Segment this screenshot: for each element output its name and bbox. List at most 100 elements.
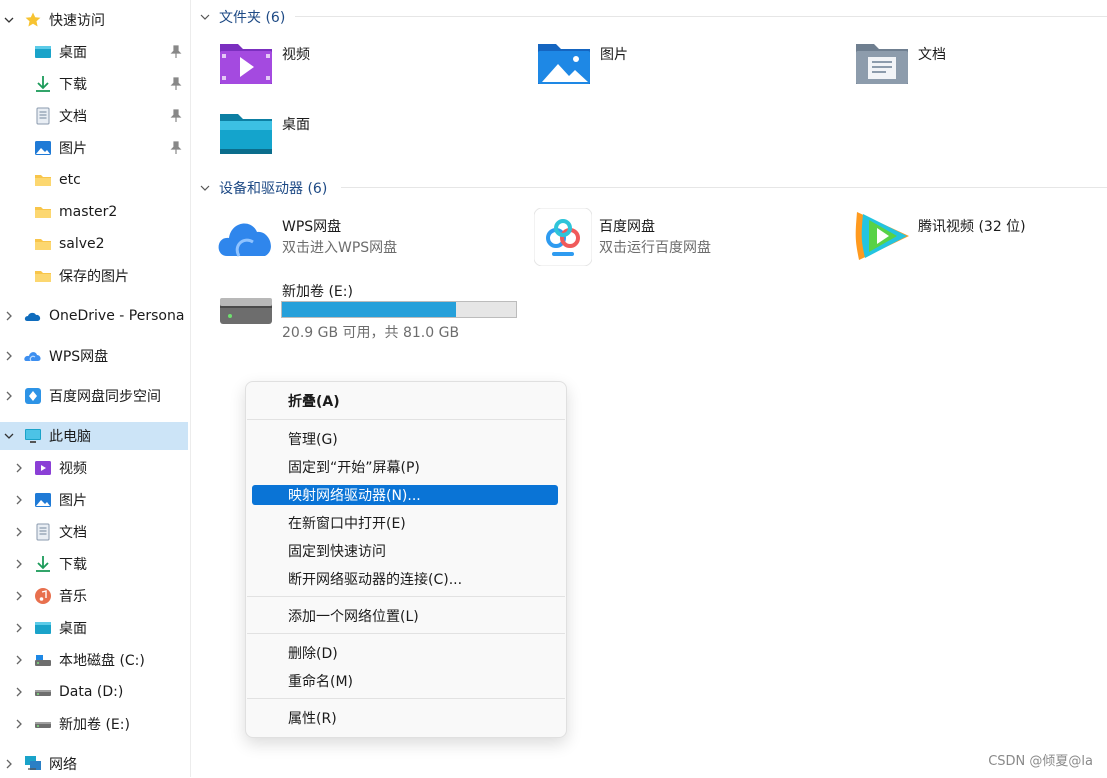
pictures-icon: [34, 139, 52, 157]
download-icon: [34, 555, 52, 573]
documents-folder-icon: [856, 44, 908, 84]
folder-tile-pictures[interactable]: 图片: [536, 40, 836, 90]
menu-item-disconnect-network-drive[interactable]: 断开网络驱动器的连接(C)...: [252, 569, 558, 589]
nav-label: 图片: [59, 493, 87, 509]
nav-label: 此电脑: [49, 429, 91, 445]
group-header-folders[interactable]: 文件夹 (6): [199, 7, 285, 27]
nav-pc-downloads[interactable]: 下载: [0, 550, 188, 578]
chevron-right-icon[interactable]: [14, 527, 24, 537]
nav-quick-documents[interactable]: 文档: [0, 102, 188, 130]
device-tile-wps[interactable]: WPS网盘 双击进入WPS网盘: [217, 208, 517, 268]
device-tile-tencent-video[interactable]: 腾讯视频 (32 位): [851, 206, 1107, 266]
chevron-down-icon[interactable]: [4, 431, 14, 441]
menu-item-collapse[interactable]: 折叠(A): [252, 391, 558, 411]
chevron-down-icon[interactable]: [199, 182, 211, 194]
menu-label: 管理(G): [288, 432, 338, 448]
nav-network[interactable]: 网络: [0, 750, 188, 778]
drive-icon: [34, 683, 52, 701]
nav-this-pc[interactable]: 此电脑: [0, 422, 188, 450]
chevron-right-icon[interactable]: [14, 655, 24, 665]
folder-tile-documents[interactable]: 文档: [854, 40, 1107, 90]
folder-tile-desktop[interactable]: 桌面: [218, 110, 518, 160]
divider: [295, 16, 1107, 17]
drive-tile-e[interactable]: 新加卷 (E:) 20.9 GB 可用，共 81.0 GB: [218, 280, 548, 344]
nav-quick-salve2[interactable]: salve2: [0, 230, 188, 258]
desktop-icon: [34, 619, 52, 637]
menu-separator: [247, 596, 565, 597]
chevron-right-icon[interactable]: [4, 391, 14, 401]
nav-quick-desktop[interactable]: 桌面: [0, 38, 188, 66]
nav-baidu-sync[interactable]: 百度网盘同步空间: [0, 382, 188, 410]
nav-pc-drive-c[interactable]: 本地磁盘 (C:): [0, 646, 188, 674]
nav-pc-pictures[interactable]: 图片: [0, 486, 188, 514]
tile-label: 视频: [282, 47, 310, 63]
menu-label: 在新窗口中打开(E): [288, 516, 406, 532]
pin-icon[interactable]: [170, 77, 182, 91]
chevron-right-icon[interactable]: [14, 687, 24, 697]
chevron-right-icon[interactable]: [14, 495, 24, 505]
wps-cloud-icon: [24, 347, 42, 365]
menu-item-open-new-window[interactable]: 在新窗口中打开(E): [252, 513, 558, 533]
tile-subtitle: 20.9 GB 可用，共 81.0 GB: [282, 325, 460, 341]
nav-label: 音乐: [59, 589, 87, 605]
folder-icon: [34, 203, 52, 221]
nav-pc-drive-e[interactable]: 新加卷 (E:): [0, 710, 188, 738]
menu-item-add-network-location[interactable]: 添加一个网络位置(L): [252, 606, 558, 626]
nav-wps[interactable]: WPS网盘: [0, 342, 188, 370]
nav-pc-videos[interactable]: 视频: [0, 454, 188, 482]
chevron-down-icon[interactable]: [4, 15, 14, 25]
videos-folder-icon: [220, 44, 272, 84]
tile-label: WPS网盘: [282, 219, 342, 235]
folder-icon: [34, 267, 52, 285]
nav-onedrive[interactable]: OneDrive - Persona: [0, 302, 188, 330]
menu-item-pin-quick-access[interactable]: 固定到快速访问: [252, 541, 558, 561]
group-title: 文件夹 (6): [219, 10, 286, 26]
chevron-right-icon[interactable]: [4, 351, 14, 361]
menu-label: 映射网络驱动器(N)...: [288, 488, 421, 504]
nav-quick-pictures[interactable]: 图片: [0, 134, 188, 162]
document-icon: [34, 523, 52, 541]
nav-label: etc: [59, 172, 81, 188]
watermark: CSDN @倾夏@la: [988, 754, 1093, 769]
chevron-right-icon[interactable]: [14, 463, 24, 473]
chevron-right-icon[interactable]: [14, 591, 24, 601]
chevron-right-icon[interactable]: [14, 559, 24, 569]
chevron-right-icon[interactable]: [14, 719, 24, 729]
navigation-pane: 快速访问 桌面 下载 文档 图片 etc master2 salve2 保存的图…: [0, 0, 191, 777]
pin-icon[interactable]: [170, 109, 182, 123]
nav-label: 新加卷 (E:): [59, 717, 130, 733]
chevron-down-icon[interactable]: [199, 11, 211, 23]
menu-item-manage[interactable]: 管理(G): [252, 429, 558, 449]
nav-pc-drive-d[interactable]: Data (D:): [0, 678, 188, 706]
nav-quick-master2[interactable]: master2: [0, 198, 188, 226]
device-tile-baidu[interactable]: 百度网盘 双击运行百度网盘: [534, 208, 834, 268]
menu-item-delete[interactable]: 删除(D): [252, 643, 558, 663]
nav-label: OneDrive - Persona: [49, 308, 185, 324]
onedrive-icon: [24, 307, 42, 325]
computer-icon: [24, 427, 42, 445]
menu-item-properties[interactable]: 属性(R): [252, 708, 558, 728]
folder-icon: [34, 171, 52, 189]
chevron-right-icon[interactable]: [4, 759, 14, 769]
nav-quick-access[interactable]: 快速访问: [0, 6, 188, 34]
menu-item-pin-start[interactable]: 固定到“开始”屏幕(P): [252, 457, 558, 477]
nav-quick-saved-pictures[interactable]: 保存的图片: [0, 262, 188, 290]
nav-quick-downloads[interactable]: 下载: [0, 70, 188, 98]
nav-pc-music[interactable]: 音乐: [0, 582, 188, 610]
nav-quick-etc[interactable]: etc: [0, 166, 188, 194]
menu-item-map-network-drive[interactable]: 映射网络驱动器(N)...: [252, 485, 558, 505]
nav-label: 桌面: [59, 45, 87, 61]
nav-label: 视频: [59, 461, 87, 477]
context-menu: 折叠(A) 管理(G) 固定到“开始”屏幕(P) 映射网络驱动器(N)... 在…: [245, 381, 567, 738]
menu-item-rename[interactable]: 重命名(M): [252, 671, 558, 691]
chevron-right-icon[interactable]: [14, 623, 24, 633]
nav-pc-documents[interactable]: 文档: [0, 518, 188, 546]
folder-tile-videos[interactable]: 视频: [218, 40, 518, 90]
pin-icon[interactable]: [170, 45, 182, 59]
nav-pc-desktop[interactable]: 桌面: [0, 614, 188, 642]
chevron-right-icon[interactable]: [4, 311, 14, 321]
nav-label: WPS网盘: [49, 349, 109, 365]
menu-label: 删除(D): [288, 646, 338, 662]
pin-icon[interactable]: [170, 141, 182, 155]
group-header-devices[interactable]: 设备和驱动器 (6): [199, 178, 327, 198]
